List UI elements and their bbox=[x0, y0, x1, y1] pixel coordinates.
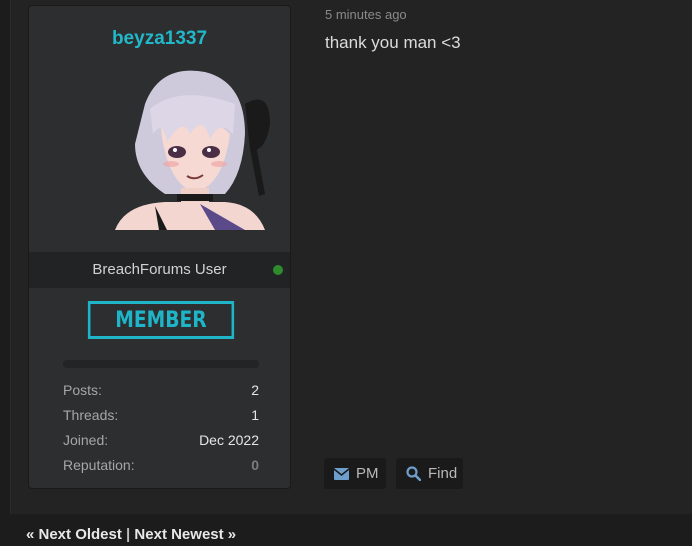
divider bbox=[10, 0, 11, 514]
search-icon bbox=[406, 466, 421, 481]
reputation-value[interactable]: 0 bbox=[251, 453, 259, 478]
usertitle-bar: BreachForums User bbox=[29, 252, 290, 288]
avatar-image bbox=[115, 70, 270, 230]
online-status-icon bbox=[273, 265, 283, 275]
stat-value: 2 bbox=[251, 382, 259, 398]
stat-value: Dec 2022 bbox=[199, 432, 259, 448]
stat-label: Reputation: bbox=[63, 457, 135, 473]
envelope-icon bbox=[334, 467, 349, 480]
author-card: beyza1337 BreachForums User MEMBER Posts… bbox=[28, 5, 291, 489]
nav-separator: | bbox=[126, 526, 131, 543]
username-link[interactable]: beyza1337 bbox=[29, 28, 290, 50]
thread-navigation: « Next Oldest | Next Newest » bbox=[26, 526, 236, 543]
stat-joined: Joined: Dec 2022 bbox=[63, 428, 259, 453]
stat-label: Posts: bbox=[63, 382, 102, 398]
user-avatar[interactable] bbox=[105, 64, 273, 230]
pm-button-label: PM bbox=[356, 465, 379, 482]
stat-value: 1 bbox=[251, 407, 259, 423]
find-button-label: Find bbox=[428, 465, 458, 482]
pm-button[interactable]: PM bbox=[324, 458, 386, 489]
stat-label: Joined: bbox=[63, 432, 109, 448]
rank-badge-label: MEMBER bbox=[115, 307, 207, 333]
reputation-bar bbox=[63, 360, 259, 368]
stat-posts: Posts: 2 bbox=[63, 378, 259, 403]
post-message: thank you man <3 bbox=[325, 33, 461, 52]
find-button[interactable]: Find bbox=[396, 458, 463, 489]
user-stats: Posts: 2 Threads: 1 Joined: Dec 2022 Rep… bbox=[63, 378, 259, 478]
rank-badge: MEMBER bbox=[87, 301, 235, 339]
user-title: BreachForums User bbox=[92, 261, 227, 278]
post-timestamp: 5 minutes ago bbox=[325, 7, 407, 22]
stat-reputation: Reputation: 0 bbox=[63, 453, 259, 478]
stat-threads: Threads: 1 bbox=[63, 403, 259, 428]
stat-label: Threads: bbox=[63, 407, 119, 423]
next-oldest-link[interactable]: « Next Oldest bbox=[26, 526, 122, 543]
next-newest-link[interactable]: Next Newest » bbox=[134, 526, 236, 543]
